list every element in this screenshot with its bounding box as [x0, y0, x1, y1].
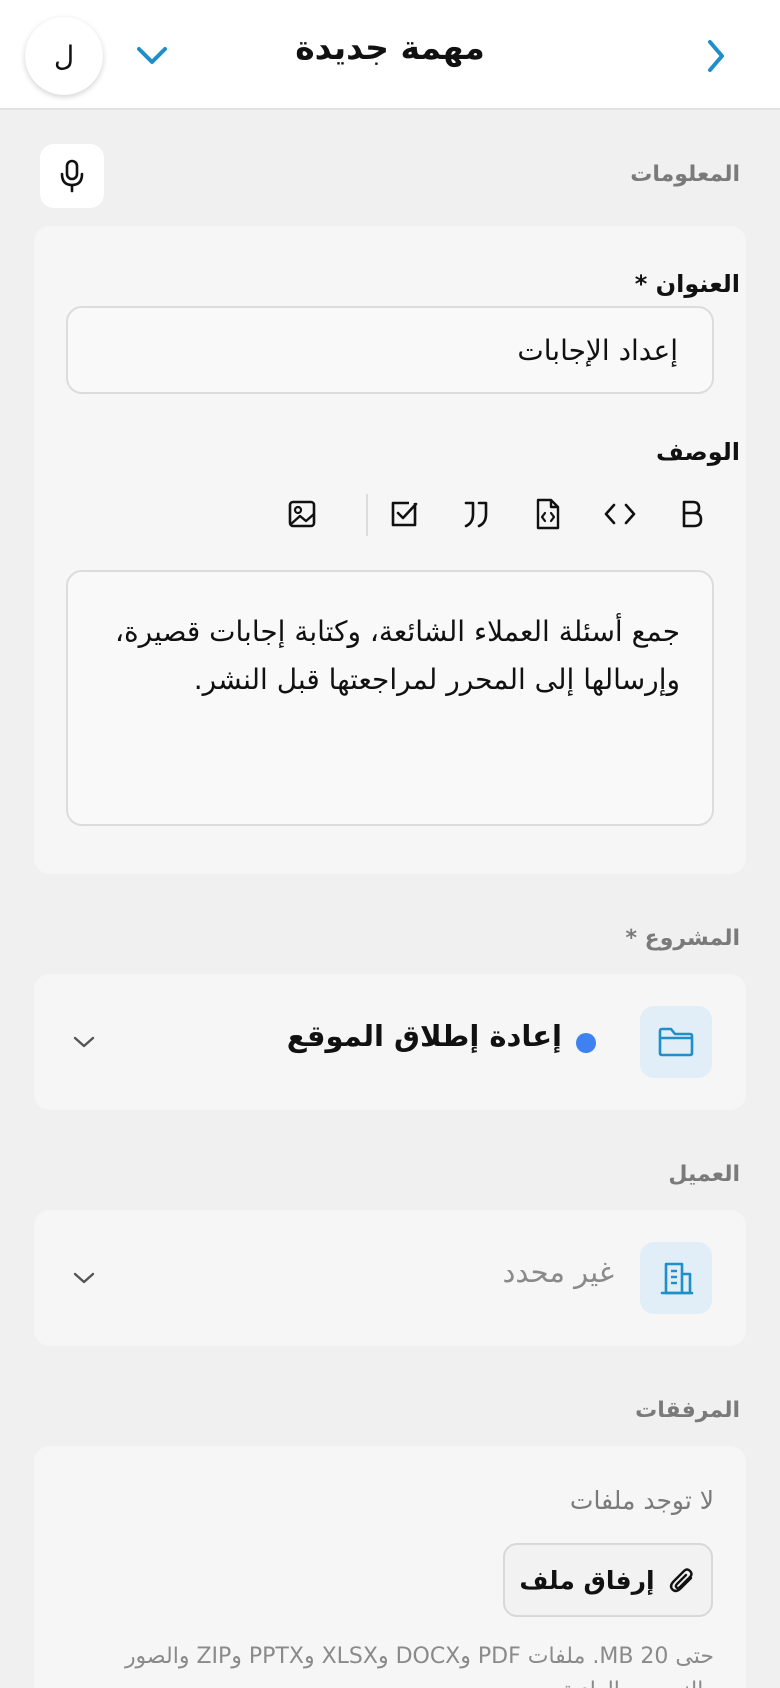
avatar[interactable]: ل: [25, 17, 103, 95]
client-value: غير محدد: [502, 1255, 614, 1289]
toolbar-divider: [366, 494, 368, 536]
description-field[interactable]: جمع أسئلة العملاء الشائعة، وكتابة إجابات…: [66, 570, 714, 826]
code-file-icon[interactable]: [526, 492, 570, 536]
checkbox-icon[interactable]: [382, 492, 426, 536]
no-files-text: لا توجد ملفات: [569, 1486, 714, 1515]
page-title: مهمة جديدة: [295, 28, 485, 67]
title-label: العنوان *: [634, 270, 740, 298]
description-label: الوصف: [655, 438, 740, 466]
folder-icon: [640, 1006, 712, 1078]
building-icon: [640, 1242, 712, 1314]
paperclip-icon: [669, 1568, 693, 1593]
project-value: إعادة إطلاق الموقع: [286, 1019, 562, 1053]
client-select[interactable]: غير محدد: [34, 1210, 746, 1346]
microphone-button[interactable]: [40, 144, 104, 208]
quote-icon[interactable]: [454, 492, 498, 536]
attach-file-label: إرفاق ملف: [519, 1565, 655, 1595]
title-field[interactable]: [66, 306, 714, 394]
chevron-down-icon[interactable]: [132, 36, 172, 76]
top-bar: مهمة جديدة ل: [0, 0, 780, 110]
formatting-toolbar: [258, 482, 714, 546]
attach-file-button[interactable]: إرفاق ملف: [503, 1543, 713, 1617]
section-label-info: المعلومات: [630, 162, 740, 187]
code-icon[interactable]: [598, 492, 642, 536]
chevron-down-icon: [66, 1260, 102, 1296]
section-label-project: المشروع *: [625, 926, 741, 951]
attachments-hint: حتى MB 20. ملفات PDF وDOCX وXLSX وPPTX و…: [124, 1644, 714, 1688]
project-select[interactable]: إعادة إطلاق الموقع: [34, 974, 746, 1110]
project-color-dot: [576, 1033, 596, 1053]
image-icon[interactable]: [280, 492, 324, 536]
section-label-attachments: المرفقات: [635, 1398, 740, 1423]
section-label-client: العميل: [668, 1162, 740, 1187]
chevron-down-icon: [66, 1024, 102, 1060]
microphone-icon: [60, 159, 84, 193]
bold-icon[interactable]: [670, 492, 714, 536]
